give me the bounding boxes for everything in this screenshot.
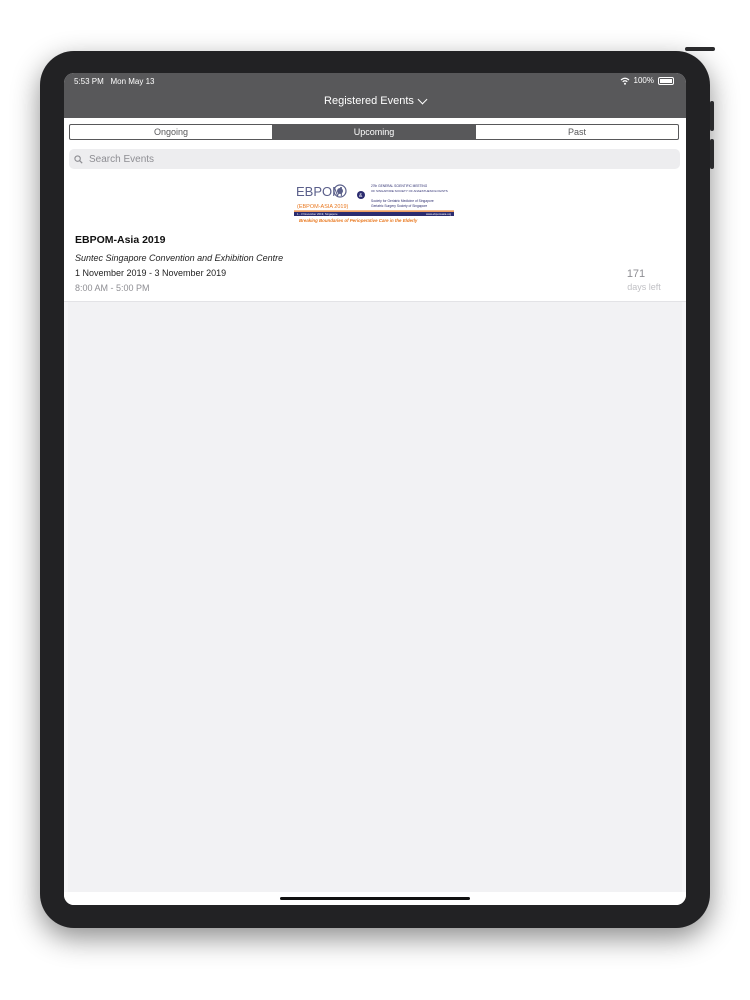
stage: 5:53 PM Mon May 13 100% Registered Event…	[0, 0, 750, 1000]
page-title: Registered Events	[324, 95, 414, 107]
segment-ongoing[interactable]: Ongoing	[70, 125, 273, 139]
tablet-frame: 5:53 PM Mon May 13 100% Registered Event…	[40, 47, 715, 928]
banner-website: www.ebpomasia.org	[426, 212, 452, 216]
days-left-label: days left	[627, 282, 661, 292]
event-time: 8:00 AM - 5:00 PM	[75, 283, 150, 293]
banner-society-line1: Society for Geriatric Medicine of Singap…	[371, 199, 434, 203]
banner-society-line2: Geriatric Surgery Society of Singapore	[371, 204, 427, 208]
search-icon	[74, 154, 83, 164]
days-left-count: 171	[626, 268, 646, 280]
status-date: Mon May 13	[110, 77, 155, 86]
volume-up-button	[710, 101, 714, 131]
home-indicator[interactable]	[280, 897, 470, 900]
battery-icon	[658, 76, 674, 85]
event-banner-image: EBPOM (EBPOM-ASIA 2019) & 27th GENERAL S…	[294, 184, 454, 223]
banner-tag: (EBPOM-ASIA 2019)	[297, 204, 349, 210]
segment-past[interactable]: Past	[476, 125, 678, 139]
banner-meeting-line2: OF SINGAPORE SOCIETY OF ANAESTHESIOLOGIS…	[371, 189, 448, 193]
status-time: 5:53 PM	[74, 77, 104, 86]
event-venue: Suntec Singapore Convention and Exhibiti…	[75, 253, 284, 263]
banner-logo-dot	[337, 188, 343, 194]
search-input[interactable]	[87, 152, 671, 166]
event-card[interactable]: EBPOM (EBPOM-ASIA 2019) & 27th GENERAL S…	[64, 177, 686, 302]
segmented-control: Ongoing Upcoming Past	[69, 124, 679, 140]
battery-percent: 100%	[633, 76, 654, 85]
event-dates: 1 November 2019 - 3 November 2019	[75, 268, 227, 278]
nav-title-dropdown[interactable]: Registered Events	[64, 94, 686, 107]
chevron-down-icon[interactable]	[417, 94, 428, 104]
status-bar-right: 100%	[620, 76, 674, 85]
event-title: EBPOM-Asia 2019	[75, 234, 166, 246]
screen: 5:53 PM Mon May 13 100% Registered Event…	[64, 73, 686, 905]
banner-tagline: Breaking Boundaries of Perioperative Car…	[299, 218, 418, 223]
wifi-icon	[620, 77, 629, 85]
segment-upcoming[interactable]: Upcoming	[273, 125, 476, 139]
banner-meeting-line1: 27th GENERAL SCIENTIFIC MEETING	[371, 184, 428, 188]
event-list-empty-area	[64, 302, 686, 892]
volume-down-button	[710, 139, 714, 169]
banner-date-text: 1 - 3 November 2019, Singapore	[297, 212, 338, 216]
power-button	[685, 47, 715, 51]
search-bar[interactable]	[69, 149, 680, 169]
navigation-bar: 5:53 PM Mon May 13 100% Registered Event…	[64, 73, 686, 118]
status-bar-time: 5:53 PM Mon May 13	[74, 77, 155, 86]
